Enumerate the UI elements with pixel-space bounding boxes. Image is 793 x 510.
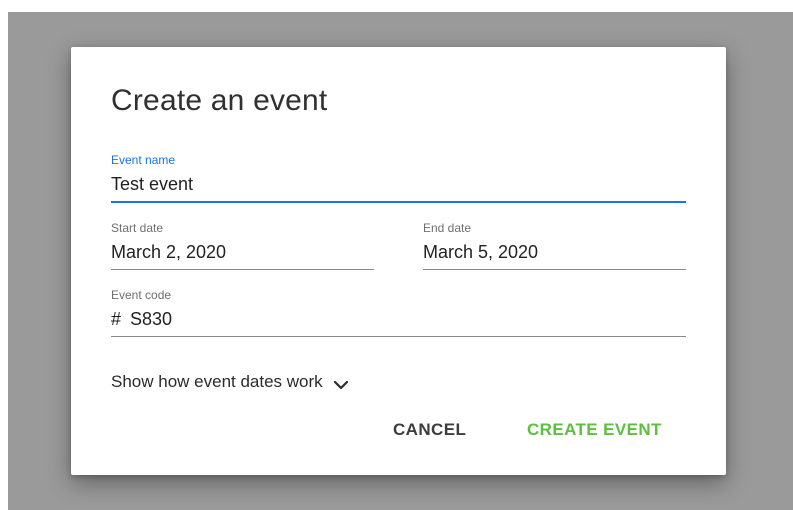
show-event-dates-label: Show how event dates work xyxy=(111,372,323,391)
modal-backdrop: Create an event Event name Test event St… xyxy=(8,12,793,510)
event-name-value[interactable]: Test event xyxy=(111,173,193,195)
chevron-down-icon xyxy=(333,376,349,390)
cancel-button[interactable]: CANCEL xyxy=(393,419,466,441)
event-name-label: Event name xyxy=(111,153,176,167)
event-code-underline xyxy=(111,336,686,337)
start-date-field[interactable]: Start date March 2, 2020 xyxy=(111,221,374,271)
event-code-field[interactable]: Event code # S830 xyxy=(111,288,686,338)
create-event-button[interactable]: CREATE EVENT xyxy=(527,419,662,441)
show-event-dates-toggle[interactable]: Show how event dates work xyxy=(111,372,349,392)
start-date-value[interactable]: March 2, 2020 xyxy=(111,241,226,263)
end-date-value[interactable]: March 5, 2020 xyxy=(423,241,538,263)
end-date-underline xyxy=(423,269,686,270)
dialog-title: Create an event xyxy=(111,84,328,117)
start-date-underline xyxy=(111,269,374,270)
hash-prefix: # xyxy=(111,309,122,329)
end-date-field[interactable]: End date March 5, 2020 xyxy=(423,221,686,271)
start-date-label: Start date xyxy=(111,221,164,235)
end-date-label: End date xyxy=(423,221,472,235)
event-name-underline xyxy=(111,201,686,203)
event-code-label: Event code xyxy=(111,288,172,302)
event-code-value-row[interactable]: # S830 xyxy=(111,308,172,330)
create-event-dialog: Create an event Event name Test event St… xyxy=(71,47,726,475)
event-name-field[interactable]: Event name Test event xyxy=(111,153,686,203)
event-code-value[interactable]: S830 xyxy=(130,309,172,329)
